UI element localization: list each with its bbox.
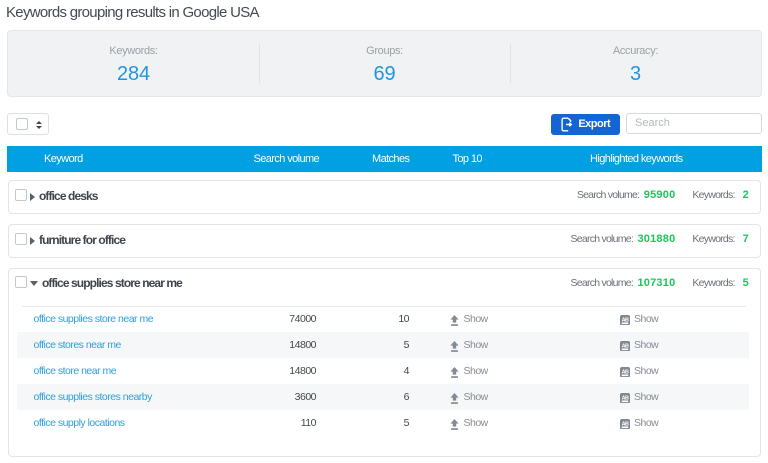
svg-text:AB: AB — [622, 317, 629, 323]
svg-text:AB: AB — [622, 369, 629, 375]
svg-text:AB: AB — [622, 421, 629, 427]
svg-text:AB: AB — [622, 395, 629, 401]
svg-text:AB: AB — [622, 343, 629, 349]
